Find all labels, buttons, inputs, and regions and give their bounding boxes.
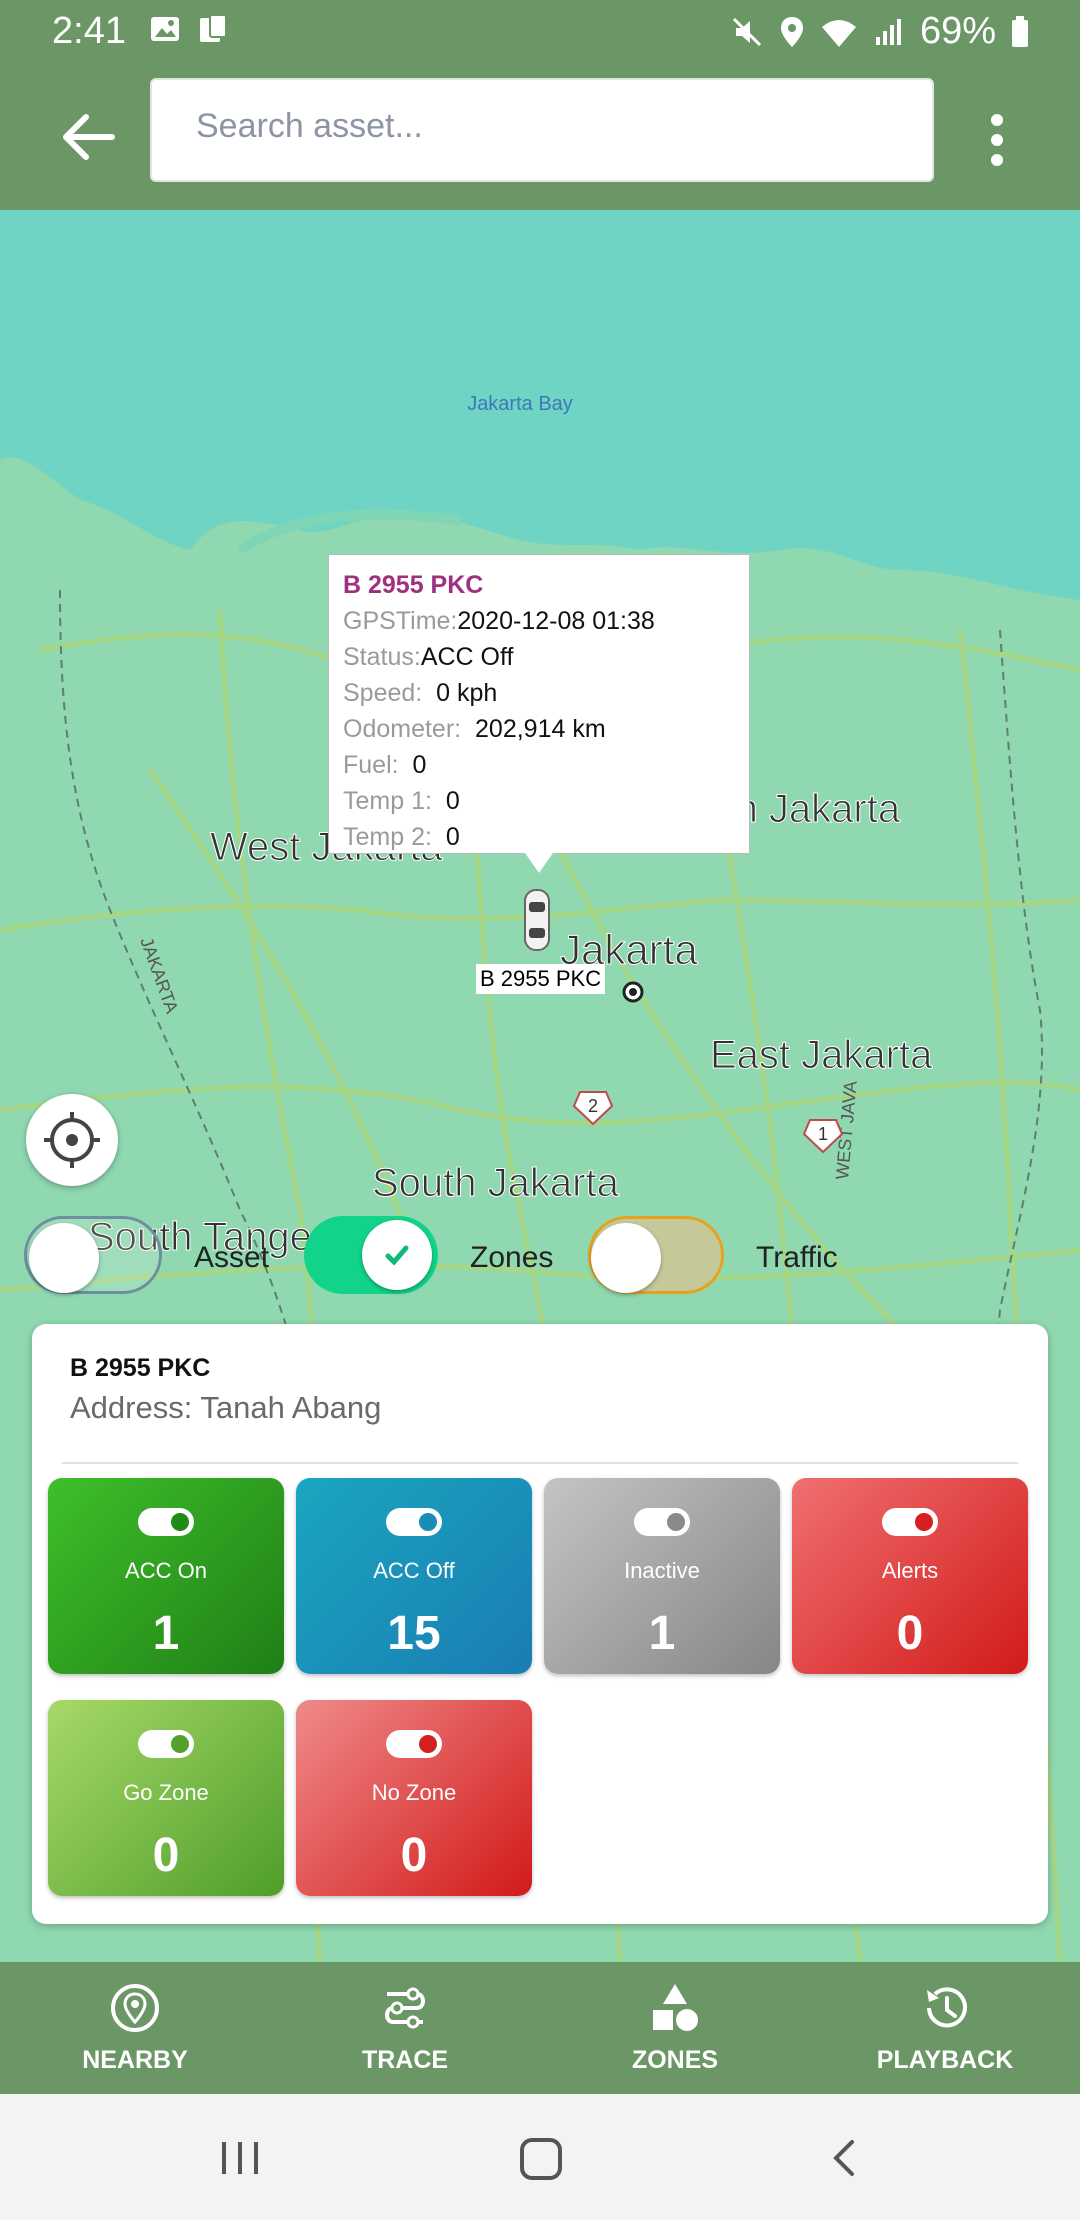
nav-label: TRACE <box>361 2046 449 2074</box>
popup-row-odometer: Odometer: 202,914 km <box>343 715 606 743</box>
asset-address: Address: Tanah Abang <box>70 1390 382 1425</box>
svg-text:1: 1 <box>818 1124 828 1144</box>
mute-icon <box>732 17 761 46</box>
back-arrow-icon[interactable] <box>58 112 118 162</box>
search-input[interactable] <box>194 106 898 147</box>
nav-zones[interactable]: ZONES <box>540 1962 810 2094</box>
route-icon <box>385 1987 425 2029</box>
tile-alerts[interactable]: Alerts 0 <box>792 1478 1028 1674</box>
poi-marker-icon <box>622 981 644 1003</box>
toggle-icon <box>634 1508 690 1536</box>
tile-acc-on[interactable]: ACC On 1 <box>48 1478 284 1674</box>
vehicle-map-label: B 2955 PKC <box>476 964 606 994</box>
status-right: 69% <box>730 10 1030 53</box>
tile-count: 1 <box>152 1607 180 1660</box>
location-pin-icon <box>111 1984 159 2032</box>
home-icon[interactable] <box>518 2136 564 2182</box>
tile-count: 1 <box>648 1607 676 1660</box>
popup-pointer <box>525 853 553 873</box>
shapes-icon <box>653 1984 698 2031</box>
zones-toggle-knob <box>362 1220 432 1290</box>
toggle-icon <box>138 1730 194 1758</box>
nav-trace[interactable]: TRACE <box>270 1962 540 2094</box>
tile-count: 0 <box>400 1829 428 1882</box>
tile-label: Go Zone <box>123 1780 209 1805</box>
asset-toggle-label: Asset <box>194 1241 270 1274</box>
search-box[interactable] <box>150 78 934 182</box>
popup-row-temp2: Temp 2: 0 <box>343 823 460 851</box>
vehicle-info-popup: B 2955 PKC GPSTime:2020-12-08 01:38 Stat… <box>328 554 750 854</box>
wifi-icon <box>821 19 856 47</box>
tile-inactive[interactable]: Inactive 1 <box>544 1478 780 1674</box>
card-divider <box>62 1462 1018 1464</box>
popup-row-gpstime: GPSTime:2020-12-08 01:38 <box>343 607 655 635</box>
top-app-bar <box>0 62 1080 210</box>
battery-percent: 69% <box>919 10 996 52</box>
asset-toggle-knob <box>29 1223 99 1293</box>
traffic-toggle-knob <box>591 1223 661 1293</box>
status-bar: 2:41 69% <box>0 0 1080 62</box>
system-navigation-bar <box>0 2094 1080 2220</box>
popup-row-fuel: Fuel: 0 <box>343 751 427 779</box>
location-icon <box>780 16 803 47</box>
nav-label: PLAYBACK <box>876 2046 1014 2074</box>
device-icon <box>200 14 227 42</box>
status-time: 2:41 <box>52 10 126 52</box>
tile-count: 15 <box>387 1607 441 1660</box>
tile-label: ACC On <box>125 1558 207 1583</box>
toggle-icon <box>386 1508 442 1536</box>
nav-playback[interactable]: PLAYBACK <box>810 1962 1080 2094</box>
battery-icon <box>1012 15 1028 47</box>
history-icon <box>927 1987 967 2028</box>
popup-row-status: Status:ACC Off <box>343 643 514 671</box>
crosshair-icon <box>44 1112 100 1168</box>
tile-label: ACC Off <box>373 1558 455 1583</box>
popup-row-speed: Speed: 0 kph <box>343 679 498 707</box>
gallery-icon <box>151 17 179 41</box>
recent-apps-icon[interactable] <box>218 2138 262 2178</box>
traffic-toggle[interactable] <box>588 1216 724 1294</box>
vehicle-car-icon[interactable] <box>522 888 552 952</box>
asset-plate: B 2955 PKC <box>70 1354 211 1382</box>
map-label-south-jakarta: South Jakarta <box>372 1161 620 1205</box>
tile-acc-off[interactable]: ACC Off 15 <box>296 1478 532 1674</box>
tile-label: Inactive <box>624 1558 700 1583</box>
zones-toggle-label: Zones <box>470 1241 554 1274</box>
svg-text:2: 2 <box>588 1096 598 1116</box>
tile-no-zone[interactable]: No Zone 0 <box>296 1700 532 1896</box>
toggle-icon <box>386 1730 442 1758</box>
map-label-bay: Jakarta Bay <box>467 393 573 415</box>
asset-summary-card: B 2955 PKC Address: Tanah Abang ACC On 1… <box>32 1324 1048 1924</box>
tile-count: 0 <box>896 1607 924 1660</box>
bottom-navigation: NEARBY TRACE ZONES PLAYBACK <box>0 1962 1080 2094</box>
signal-icon <box>875 18 901 45</box>
toggle-icon <box>138 1508 194 1536</box>
my-location-button[interactable] <box>26 1094 118 1186</box>
zones-toggle[interactable] <box>304 1216 438 1294</box>
tile-go-zone[interactable]: Go Zone 0 <box>48 1700 284 1896</box>
asset-toggle[interactable] <box>24 1216 162 1294</box>
nav-label: NEARBY <box>82 2046 188 2074</box>
check-icon <box>385 1245 409 1266</box>
tile-label: No Zone <box>371 1780 457 1805</box>
notification-icons <box>148 12 230 46</box>
tile-count: 0 <box>152 1829 180 1882</box>
map-label-east-jakarta: East Jakarta <box>710 1033 933 1077</box>
traffic-toggle-label: Traffic <box>756 1241 838 1274</box>
more-vert-icon[interactable] <box>980 110 1014 170</box>
tile-label: Alerts <box>881 1558 939 1583</box>
popup-title: B 2955 PKC <box>343 571 484 599</box>
nav-nearby[interactable]: NEARBY <box>0 1962 270 2094</box>
nav-label: ZONES <box>631 2046 719 2074</box>
back-nav-icon[interactable] <box>828 2138 858 2178</box>
toggle-icon <box>882 1508 938 1536</box>
popup-row-temp1: Temp 1: 0 <box>343 787 460 815</box>
